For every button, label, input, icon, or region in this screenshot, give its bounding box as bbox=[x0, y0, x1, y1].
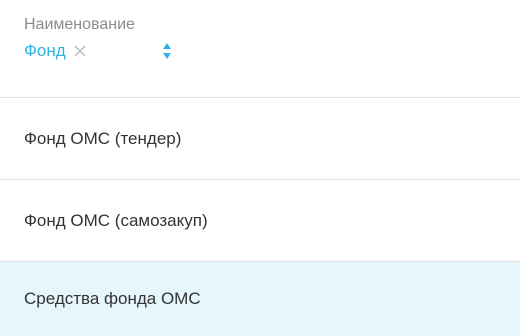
table-row[interactable]: Фонд ОМС (тендер) bbox=[0, 98, 520, 180]
row-label: Фонд ОМС (тендер) bbox=[24, 128, 182, 148]
column-header: Наименование Фонд bbox=[0, 0, 520, 98]
table-row-selected[interactable]: Средства фонда ОМС bbox=[0, 262, 520, 336]
funding-table: Наименование Фонд Фонд ОМС (тендер) Фонд… bbox=[0, 0, 520, 336]
column-title: Наименование bbox=[24, 16, 135, 33]
filter-value[interactable]: Фонд bbox=[24, 39, 66, 63]
close-icon[interactable] bbox=[72, 43, 88, 59]
row-label: Средства фонда ОМС bbox=[24, 289, 201, 308]
column-filter: Фонд bbox=[24, 38, 520, 64]
row-label: Фонд ОМС (самозакуп) bbox=[24, 210, 208, 230]
table-row[interactable]: Фонд ОМС (самозакуп) bbox=[0, 180, 520, 262]
sort-icon[interactable] bbox=[162, 42, 172, 60]
